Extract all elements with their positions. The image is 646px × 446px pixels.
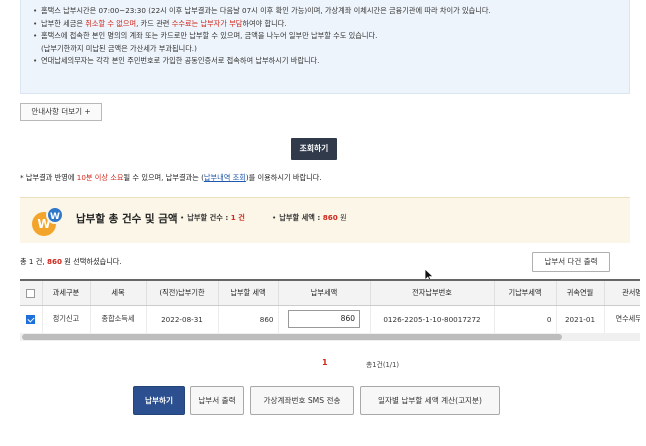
payable-count-value: 1 건 [230, 213, 245, 222]
table-header-row: 과세구분 세목 (직전)납부기한 납부할 세액 납부세액 전자납부번호 기납부세… [20, 281, 640, 306]
selection-text: 총 1 건, [20, 257, 47, 266]
result-note-text: 될 수 있으며, 납부결과는 ( [123, 173, 204, 182]
col-header: 과세구분 [42, 281, 91, 306]
notice-line-joint: 연대납세의무자는 각각 본인 주민번호로 가입한 공동인증서로 접속하여 납부하… [33, 55, 629, 68]
pagination: 1 총1건(1/1) [20, 358, 630, 370]
result-note: * 납부결과 반영에 10분 이상 소요될 수 있으며, 납부결과는 (납부내역… [20, 173, 322, 183]
selection-amount: 860 [46, 257, 62, 266]
pay-button[interactable]: 납부하기 [133, 386, 185, 415]
horizontal-scrollbar[interactable] [20, 333, 640, 341]
result-note-emphasis: 10분 이상 소요 [76, 173, 124, 182]
search-button[interactable]: 조회하기 [291, 138, 337, 160]
summary-title: 납부할 총 건수 및 금액 [76, 213, 178, 225]
row-select-cell[interactable] [20, 305, 43, 334]
cell-payable: 860 [218, 305, 279, 334]
notice-emphasis: 수수료는 납부자가 부담 [171, 18, 243, 28]
page-info: 총1건(1/1) [366, 361, 400, 369]
select-all-checkbox[interactable] [26, 288, 36, 298]
notice-text: 하여야 합니다. [242, 18, 287, 28]
payable-amount-unit: 원 [337, 213, 347, 222]
payable-amount-value: 860 [322, 213, 338, 222]
cell-period: 2021-01 [556, 305, 605, 334]
col-header: 납부세액 [278, 281, 371, 306]
cell-epay-number: 0126-2205-1-10-80017272 [370, 305, 495, 334]
more-info-button[interactable]: 안내사항 더보기 + [20, 103, 102, 121]
notice-text: 홈택스에 접속한 본인 명의의 계좌 또는 카드로만 납부할 수 있으며, 금액… [41, 31, 378, 40]
col-header: 세목 [90, 281, 147, 306]
print-multiple-button[interactable]: 납부서 다건 출력 [532, 252, 610, 272]
daily-tax-calc-button[interactable]: 일자별 납부할 세액 계산(고지분) [360, 386, 500, 415]
payable-amount: 납부할 세액 : 860 원 [272, 213, 347, 223]
coin-icon: W W [32, 206, 66, 240]
cell-type: 정기신고 [42, 305, 91, 334]
col-header: 납부할 세액 [218, 281, 279, 306]
col-header: 전자납부번호 [370, 281, 495, 306]
payable-amount-label: 납부할 세액 : [279, 213, 323, 222]
selection-summary: 총 1 건, 860 원 선택하셨습니다. [20, 257, 122, 267]
payment-amount-input[interactable]: 860 [288, 310, 360, 328]
payment-summary: W W 납부할 총 건수 및 금액 납부할 건수 : 1 건 납부할 세액 : … [20, 197, 630, 243]
notice-box: 홈택스 납부시간은 07:00~23:30 (22시 이후 납부결과는 다음날 … [20, 0, 630, 94]
notice-line-refund: 납부한 세금은 취소할 수 없으며, 카드 관련 수수료는 납부자가 부담하여야… [33, 18, 629, 31]
payable-count: 납부할 건수 : 1 건 [180, 213, 245, 223]
notice-emphasis: 취소할 수 없으며 [85, 18, 137, 28]
notice-text: 홈택스 납부시간은 07:00~23:30 (22시 이후 납부결과는 다음날 … [41, 6, 491, 15]
cell-amount: 860 [278, 305, 371, 334]
cell-tax: 종합소득세 [90, 305, 147, 334]
notice-line-hours: 홈택스 납부시간은 07:00~23:30 (22시 이후 납부결과는 다음날 … [33, 5, 629, 18]
col-header: 기납부세액 [494, 281, 557, 306]
notice-text: 연대납세의무자는 각각 본인 주민번호로 가입한 공동인증서로 접속하여 납부하… [41, 56, 320, 65]
sms-send-button[interactable]: 가상계좌번호 SMS 전송 [250, 386, 354, 415]
print-bill-button[interactable]: 납부서 출력 [190, 386, 244, 415]
notice-text: , 카드 관련 [136, 18, 172, 28]
page-number[interactable]: 1 [322, 358, 328, 367]
action-bar: 납부하기 납부서 출력 가상계좌번호 SMS 전송 일자별 납부할 세액 계산(… [0, 386, 646, 416]
table-row: 정기신고 종합소득세 2022-08-31 860 860 0126-2205-… [20, 305, 640, 334]
notice-line-sub: (납부기한까지 미납된 금액은 가산세가 부과됩니다.) [33, 43, 629, 56]
select-all-header[interactable] [20, 281, 43, 306]
selection-text: 원 선택하셨습니다. [61, 257, 122, 266]
payable-count-label: 납부할 건수 : [187, 213, 231, 222]
notice-text: (납부기한까지 미납된 금액은 가산세가 부과됩니다.) [41, 43, 197, 53]
scrollbar-thumb[interactable] [22, 334, 562, 340]
tax-table: 과세구분 세목 (직전)납부기한 납부할 세액 납부세액 전자납부번호 기납부세… [20, 279, 640, 339]
cell-paid: 0 [494, 305, 557, 334]
col-header: (직전)납부기한 [146, 281, 219, 306]
cell-due: 2022-08-31 [146, 305, 219, 334]
notice-line-account: 홈택스에 접속한 본인 명의의 계좌 또는 카드로만 납부할 수 있으며, 금액… [33, 30, 629, 43]
notice-text: 납부한 세금은 [41, 18, 86, 28]
payment-history-link[interactable]: 납부내역 조회 [204, 173, 246, 182]
row-checkbox[interactable] [26, 314, 36, 324]
col-header: 관서명 [604, 281, 640, 306]
result-note-text: * 납부결과 반영에 [20, 173, 77, 182]
col-header: 귀속연월 [556, 281, 605, 306]
result-note-text: )를 이용하시기 바랍니다. [245, 173, 322, 182]
cell-office: 연수세무서 [604, 305, 640, 334]
